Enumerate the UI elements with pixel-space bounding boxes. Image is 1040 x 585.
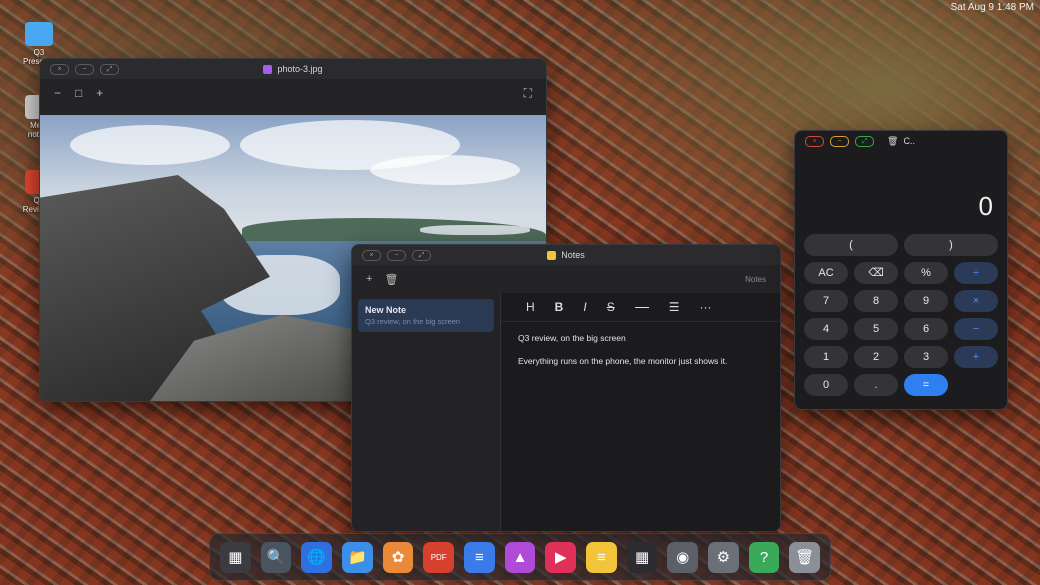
maximize-button[interactable]: ⤢	[412, 250, 431, 261]
calculator-window: × − ⤢ 🗑 C.. 0 ( ) AC ⌫ % ÷ 7 8 9 × 4 5 6…	[794, 130, 1008, 410]
calculator-keypad: ( ) AC ⌫ % ÷ 7 8 9 × 4 5 6 − 1 2 3 + 0 .…	[804, 234, 998, 396]
list-icon[interactable]: ☰	[669, 300, 680, 314]
key-decimal[interactable]: .	[854, 374, 898, 396]
folder-icon	[25, 22, 53, 46]
dock-calculator[interactable]: ▦	[626, 541, 658, 573]
window-title: photo-3.jpg	[277, 64, 323, 74]
horizontal-rule-button[interactable]	[634, 306, 649, 308]
note-snippet: Q3 review, on the big screen	[365, 317, 461, 326]
close-button[interactable]: ×	[362, 250, 381, 261]
strikethrough-button[interactable]: S	[607, 300, 615, 314]
key-2[interactable]: 2	[854, 346, 898, 368]
key-3[interactable]: 3	[904, 346, 948, 368]
close-button[interactable]: ×	[50, 64, 69, 75]
notes-app-icon	[547, 250, 557, 260]
pdf-icon: PDF	[430, 552, 447, 562]
dock-camera[interactable]: ◉	[667, 541, 699, 573]
dock-search[interactable]: 🔍	[260, 541, 292, 573]
dock-launcher[interactable]: ▦	[220, 541, 251, 573]
calculator-titlebar[interactable]: × − ⤢ 🗑 C..	[795, 131, 1007, 151]
key-subtract[interactable]: −	[954, 318, 998, 340]
minimize-button[interactable]: −	[830, 136, 849, 147]
key-7[interactable]: 7	[804, 290, 848, 312]
dock-pdf[interactable]: PDF	[423, 541, 455, 573]
fullscreen-button[interactable]: ⛶	[524, 86, 532, 101]
key-multiply[interactable]: ×	[954, 290, 998, 312]
calculator-display: 0	[978, 191, 993, 221]
italic-button[interactable]: I	[583, 300, 586, 314]
maximize-button[interactable]: ⤢	[100, 64, 119, 75]
new-note-button[interactable]: +	[366, 273, 372, 285]
key-percent[interactable]: %	[904, 262, 948, 284]
minimize-button[interactable]: −	[387, 250, 406, 261]
dock-help[interactable]: ?	[748, 541, 780, 573]
note-line: Q3 review, on the big screen	[518, 333, 626, 343]
key-divide[interactable]: ÷	[954, 262, 998, 284]
folder-icon: 📁	[348, 549, 367, 566]
key-4[interactable]: 4	[804, 318, 848, 340]
gear-icon: ⚙	[716, 549, 731, 566]
globe-icon: 🌐	[307, 549, 327, 566]
grid-icon: ▦	[228, 549, 243, 566]
dock-browser[interactable]: 🌐	[301, 541, 333, 573]
zoom-in-button[interactable]: +	[96, 86, 103, 100]
notes-window: × − ⤢ Notes + 🗑 Notes New Note Q3 review…	[351, 244, 781, 532]
window-title: Notes	[561, 250, 585, 260]
status-clock: Sat Aug 9 1:48 PM	[950, 2, 1034, 13]
key-8[interactable]: 8	[854, 290, 898, 312]
note-line: Everything runs on the phone, the monito…	[518, 355, 728, 366]
camera-icon: ◉	[676, 549, 690, 566]
key-6[interactable]: 6	[904, 318, 948, 340]
calculator-app-icon: 🗑	[887, 135, 899, 146]
key-close-paren[interactable]: )	[904, 234, 998, 256]
toolbar-label: Notes	[745, 274, 766, 284]
key-1[interactable]: 1	[804, 346, 848, 368]
image-app-icon	[263, 64, 273, 74]
fit-to-window-button[interactable]: □	[75, 86, 82, 100]
heading-button[interactable]: H	[526, 300, 535, 314]
photo-titlebar[interactable]: × − ⤢ photo-3.jpg	[40, 59, 546, 79]
dock-settings[interactable]: ⚙	[708, 541, 739, 573]
key-equals[interactable]: =	[904, 374, 948, 396]
notes-titlebar[interactable]: × − ⤢ Notes	[352, 245, 780, 265]
dock-notes[interactable]: ≡	[586, 541, 617, 573]
trash-icon: 🗑	[795, 549, 815, 566]
dock-photos[interactable]: ✿	[382, 541, 414, 573]
bold-button[interactable]: B	[555, 300, 564, 314]
key-add[interactable]: +	[954, 346, 998, 368]
key-all-clear[interactable]: AC	[804, 262, 848, 284]
format-toolbar: H B I S ☰ ···	[502, 293, 780, 322]
image-icon: ▲	[512, 548, 528, 566]
calculator-icon: ▦	[634, 549, 650, 566]
notes-icon: ≡	[597, 548, 606, 566]
close-button[interactable]: ×	[805, 136, 824, 147]
key-5[interactable]: 5	[854, 318, 898, 340]
document-icon: ≡	[474, 548, 484, 566]
help-icon: ?	[759, 548, 769, 566]
maximize-button[interactable]: ⤢	[855, 136, 874, 147]
delete-note-button[interactable]: 🗑	[384, 273, 398, 286]
dock-gallery[interactable]: ▲	[504, 541, 536, 573]
dock-trash[interactable]: 🗑	[789, 541, 821, 573]
note-editor[interactable]: H B I S ☰ ··· Q3 review, on the big scre…	[502, 293, 780, 531]
key-backspace[interactable]: ⌫	[854, 262, 898, 284]
key-9[interactable]: 9	[904, 290, 948, 312]
window-title: C..	[903, 136, 915, 146]
more-options-button[interactable]: ···	[699, 300, 711, 314]
note-content[interactable]: Q3 review, on the big screen Everything …	[502, 322, 780, 388]
minimize-button[interactable]: −	[75, 64, 94, 75]
note-list-item[interactable]: New Note Q3 review, on the big screen	[358, 299, 494, 332]
zoom-out-button[interactable]: −	[54, 86, 61, 100]
dock: ▦ 🔍 🌐 📁 ✿ PDF ≡ ▲ ▶ ≡ ▦ ◉ ⚙? 🗑	[209, 533, 831, 581]
dock-docs[interactable]: ≡	[464, 541, 495, 573]
search-icon: 🔍	[266, 549, 286, 566]
play-icon: ▶	[554, 549, 567, 566]
key-0[interactable]: 0	[804, 374, 848, 396]
photos-icon: ✿	[391, 549, 405, 566]
dock-files[interactable]: 📁	[342, 541, 373, 573]
note-title: New Note	[365, 305, 407, 315]
key-open-paren[interactable]: (	[804, 234, 898, 256]
dock-video[interactable]: ▶	[545, 541, 577, 573]
notes-sidebar: New Note Q3 review, on the big screen	[352, 293, 501, 531]
